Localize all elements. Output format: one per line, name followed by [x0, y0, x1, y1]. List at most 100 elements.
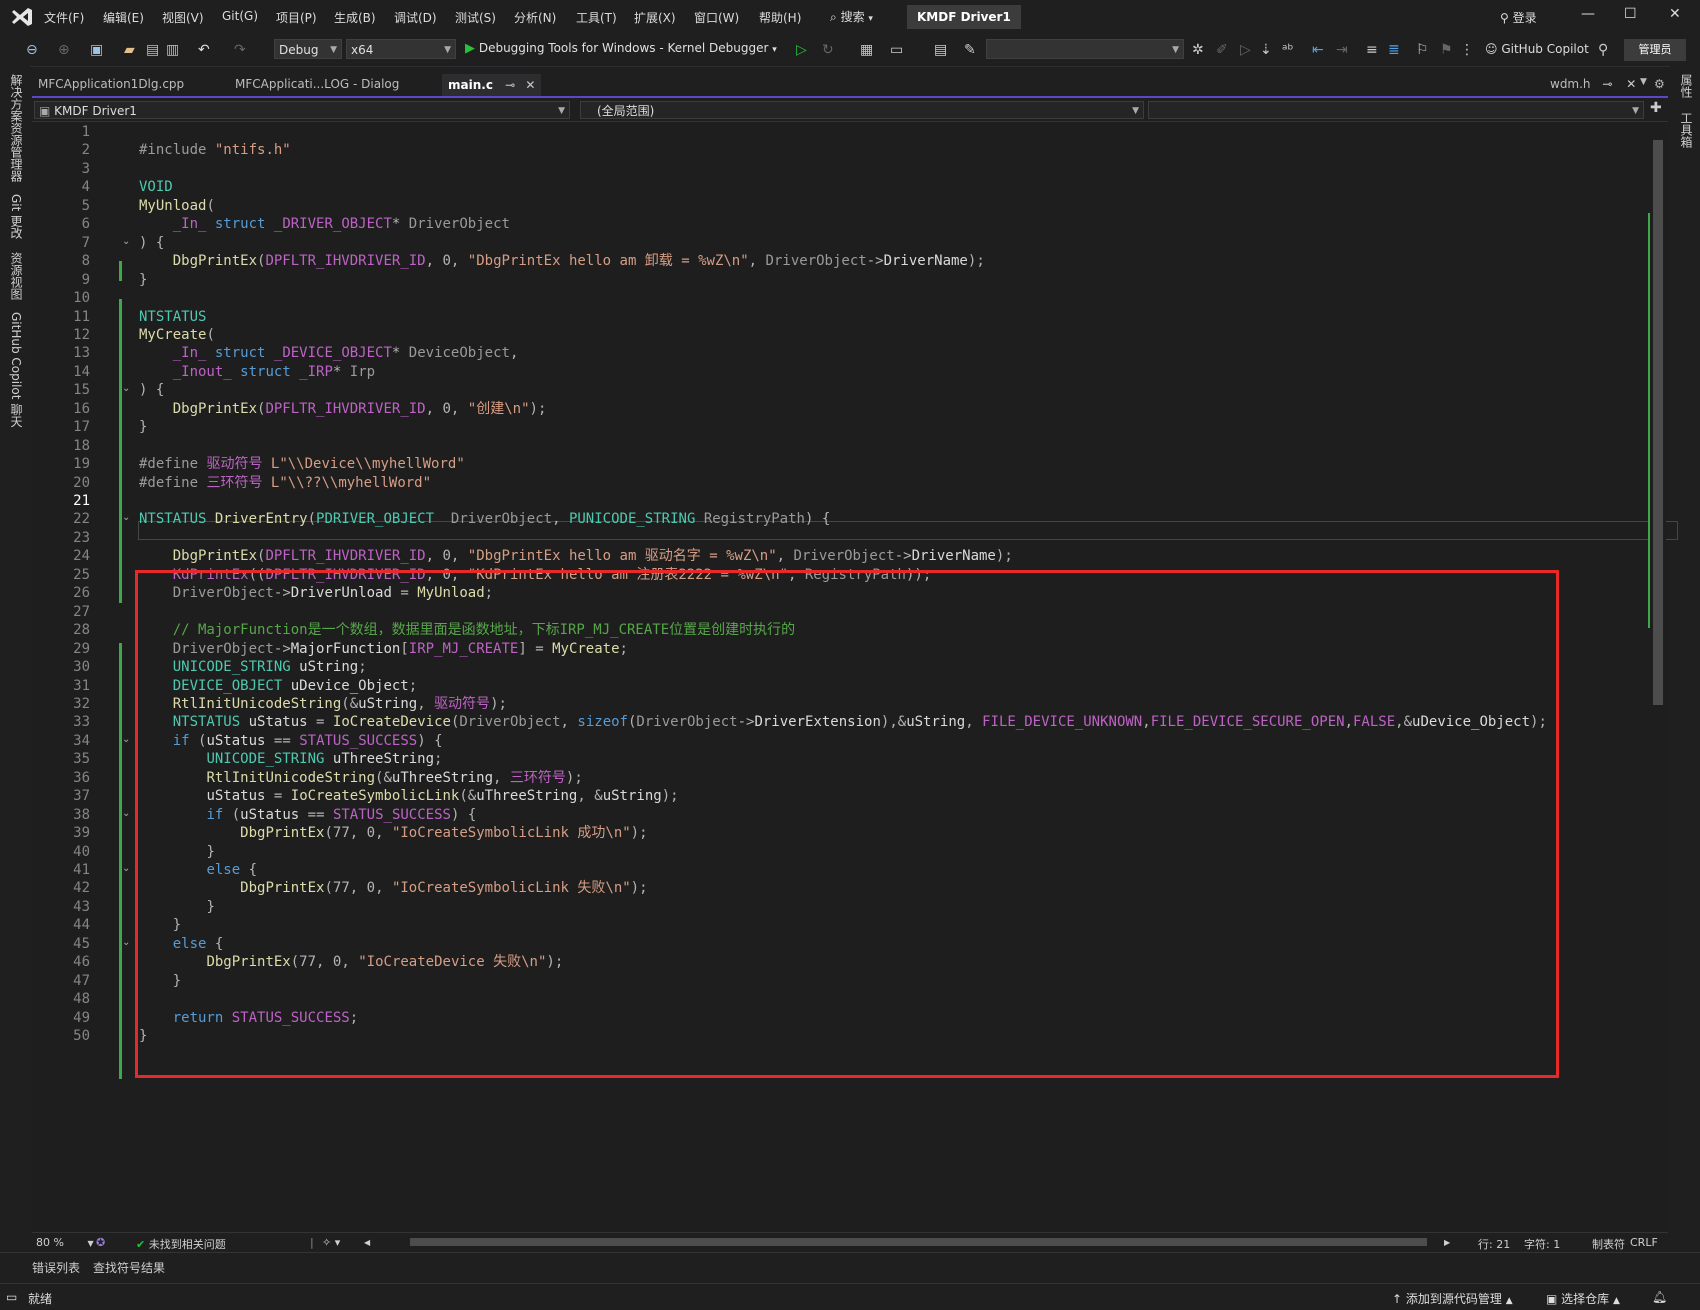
- github-copilot-button[interactable]: ☺ GitHub Copilot: [1485, 42, 1589, 56]
- comment-lines-icon[interactable]: ≡: [1366, 42, 1378, 58]
- horizontal-scrollbar-thumb[interactable]: [410, 1238, 1427, 1246]
- tab-properties[interactable]: 属性: [1678, 74, 1695, 98]
- code-line[interactable]: NTSTATUS: [139, 307, 206, 327]
- solution-explorer-icon[interactable]: ▦: [860, 42, 873, 58]
- config-dropdown[interactable]: Debug ▼: [274, 39, 342, 59]
- debug-icon[interactable]: ✲: [1192, 42, 1204, 58]
- code-line[interactable]: MyUnload(: [139, 196, 215, 216]
- save-all-icon[interactable]: ▥: [166, 42, 179, 58]
- feedback-icon[interactable]: ⚲: [1598, 42, 1608, 58]
- maximize-button[interactable]: ☐: [1624, 6, 1637, 22]
- fold-toggle-icon[interactable]: ⌄: [122, 383, 130, 394]
- tab-error-list[interactable]: 错误列表: [32, 1259, 80, 1276]
- scroll-right-icon[interactable]: ▶: [1444, 1238, 1450, 1247]
- code-line[interactable]: #define 三环符号 L"\\??\\myhellWord": [139, 473, 431, 493]
- code-line[interactable]: _In_ struct _DEVICE_OBJECT* DeviceObject…: [139, 343, 519, 363]
- minimize-button[interactable]: —: [1581, 6, 1595, 22]
- tab-toolbox[interactable]: 工具箱: [1678, 112, 1695, 148]
- new-project-icon[interactable]: ▣: [90, 42, 103, 58]
- project-dropdown[interactable]: ▣ KMDF Driver1 ▼: [34, 101, 570, 119]
- platform-dropdown[interactable]: x64 ▼: [346, 39, 456, 59]
- fold-toggle-icon[interactable]: ⌄: [122, 863, 130, 874]
- code-line[interactable]: VOID: [139, 177, 173, 197]
- tab-mfcapplication-dialog[interactable]: MFCApplicati...LOG - Dialog: [235, 77, 399, 91]
- open-file-icon[interactable]: ▰: [124, 42, 135, 58]
- code-line[interactable]: _Inout_ struct _IRP* Irp: [139, 362, 375, 382]
- menu-analyze[interactable]: 分析(N): [514, 9, 556, 26]
- comment-icon[interactable]: ▤: [934, 42, 947, 58]
- fold-toggle-icon[interactable]: ⌄: [122, 236, 130, 247]
- tab-solution-explorer[interactable]: 解决方案资源管理器: [8, 74, 25, 182]
- pin-icon[interactable]: ⊸: [1602, 77, 1612, 91]
- line-indicator[interactable]: 行: 21: [1478, 1236, 1510, 1252]
- step-over-icon[interactable]: ⇣: [1260, 42, 1272, 58]
- menu-edit[interactable]: 编辑(E): [103, 9, 144, 26]
- tab-list-dropdown-icon[interactable]: ▼: [1640, 77, 1647, 87]
- member-dropdown[interactable]: ▼: [1148, 101, 1644, 119]
- pin-icon[interactable]: ⊸: [505, 78, 515, 92]
- split-editor-icon[interactable]: ✚: [1650, 100, 1662, 116]
- code-line[interactable]: }: [139, 270, 147, 290]
- navigate-forward-icon[interactable]: ⊕: [58, 42, 70, 58]
- select-repo-button[interactable]: ▣ 选择仓库 ▲: [1546, 1290, 1620, 1307]
- char-indicator[interactable]: 字符: 1: [1524, 1236, 1560, 1252]
- login-button[interactable]: ⚲ 登录: [1500, 9, 1537, 26]
- output-icon[interactable]: ▭: [6, 1290, 17, 1304]
- code-line[interactable]: #include "ntifs.h": [139, 140, 291, 160]
- code-line[interactable]: DbgPrintEx(DPFLTR_IHVDRIVER_ID, 0, "DbgP…: [139, 546, 1013, 566]
- tab-find-symbol-results[interactable]: 查找符号结果: [93, 1259, 165, 1276]
- code-line[interactable]: MyCreate(: [139, 325, 215, 345]
- menu-debug[interactable]: 调试(D): [394, 9, 437, 26]
- tab-copilot-chat[interactable]: GitHub Copilot 聊天: [8, 312, 25, 427]
- menu-build[interactable]: 生成(B): [334, 9, 376, 26]
- tab-wdm-h[interactable]: wdm.h ⊸ ✕: [1550, 77, 1636, 91]
- issues-indicator[interactable]: ✔ 未找到相关问题: [136, 1236, 226, 1252]
- tab-resource-view[interactable]: 资源视图: [8, 252, 25, 300]
- menu-project[interactable]: 项目(P): [276, 9, 317, 26]
- save-icon[interactable]: ▤: [146, 42, 159, 58]
- code-line[interactable]: DbgPrintEx(DPFLTR_IHVDRIVER_ID, 0, "DbgP…: [139, 251, 985, 271]
- bookmark-next-icon[interactable]: ⚑: [1440, 42, 1453, 58]
- code-line[interactable]: DbgPrintEx(DPFLTR_IHVDRIVER_ID, 0, "创建\n…: [139, 399, 547, 419]
- start-without-debugging-icon[interactable]: ▷: [796, 42, 807, 58]
- fold-toggle-icon[interactable]: ⌄: [122, 734, 130, 745]
- hot-reload-icon[interactable]: ↻: [822, 42, 834, 58]
- format-icon[interactable]: ✎: [964, 42, 976, 58]
- scroll-left-icon[interactable]: ◀: [364, 1238, 370, 1247]
- fold-toggle-icon[interactable]: ⌄: [122, 937, 130, 948]
- indent-icon[interactable]: ⇥: [1336, 42, 1348, 58]
- gear-icon[interactable]: ⚙: [1654, 77, 1665, 91]
- eol-indicator[interactable]: CRLF: [1630, 1236, 1658, 1249]
- fold-toggle-icon[interactable]: ⌄: [122, 512, 130, 523]
- undo-icon[interactable]: ↶: [198, 42, 210, 58]
- vertical-scrollbar-thumb[interactable]: [1653, 140, 1663, 705]
- menu-window[interactable]: 窗口(W): [694, 9, 739, 26]
- menu-extensions[interactable]: 扩展(X): [634, 9, 676, 26]
- uncomment-lines-icon[interactable]: ≣: [1388, 42, 1400, 58]
- fold-toggle-icon[interactable]: ⌄: [122, 808, 130, 819]
- code-editor[interactable]: 1 2 3 4 5 6 7 8 9 10 11 12 13 14 15 16 17 18 19 20 21 22 23 24 2…: [32, 122, 1678, 1232]
- notifications-icon[interactable]: 🔔︎: [1652, 1290, 1667, 1304]
- scope-dropdown[interactable]: (全局范围) ▼: [580, 101, 1144, 119]
- code-line[interactable]: }: [139, 417, 147, 437]
- outdent-icon[interactable]: ⇤: [1312, 42, 1324, 58]
- bookmark-icon[interactable]: ⚐: [1416, 42, 1429, 58]
- close-window-button[interactable]: ✕: [1669, 6, 1681, 22]
- redo-icon[interactable]: ↷: [234, 42, 246, 58]
- layout-icon[interactable]: ▭: [890, 42, 903, 58]
- code-line[interactable]: NTSTATUS DriverEntry(PDRIVER_OBJECT Driv…: [139, 509, 830, 529]
- code-line[interactable]: _In_ struct _DRIVER_OBJECT* DriverObject: [139, 214, 510, 234]
- spell-check-icon[interactable]: ᵃᵇ: [1282, 42, 1293, 58]
- code-line[interactable]: #define 驱动符号 L"\\Device\\myhellWord": [139, 454, 465, 474]
- tab-main-c[interactable]: main.c ⊸ ✕: [442, 74, 542, 96]
- tab-git-changes[interactable]: Git 更改: [8, 194, 25, 239]
- menu-tools[interactable]: 工具(T): [576, 9, 617, 26]
- code-line[interactable]: ) {: [139, 380, 164, 400]
- add-to-source-control-button[interactable]: ↑ 添加到源代码管理 ▲: [1392, 1290, 1513, 1307]
- menu-help[interactable]: 帮助(H): [759, 9, 801, 26]
- pencil-icon[interactable]: ✐: [1216, 42, 1228, 58]
- close-icon[interactable]: ✕: [1626, 77, 1636, 91]
- code-cleanup-icon[interactable]: ✧ ▾: [322, 1236, 340, 1249]
- menu-git[interactable]: Git(G): [222, 9, 258, 23]
- start-debugging-button[interactable]: ▶ Debugging Tools for Windows - Kernel D…: [465, 41, 777, 56]
